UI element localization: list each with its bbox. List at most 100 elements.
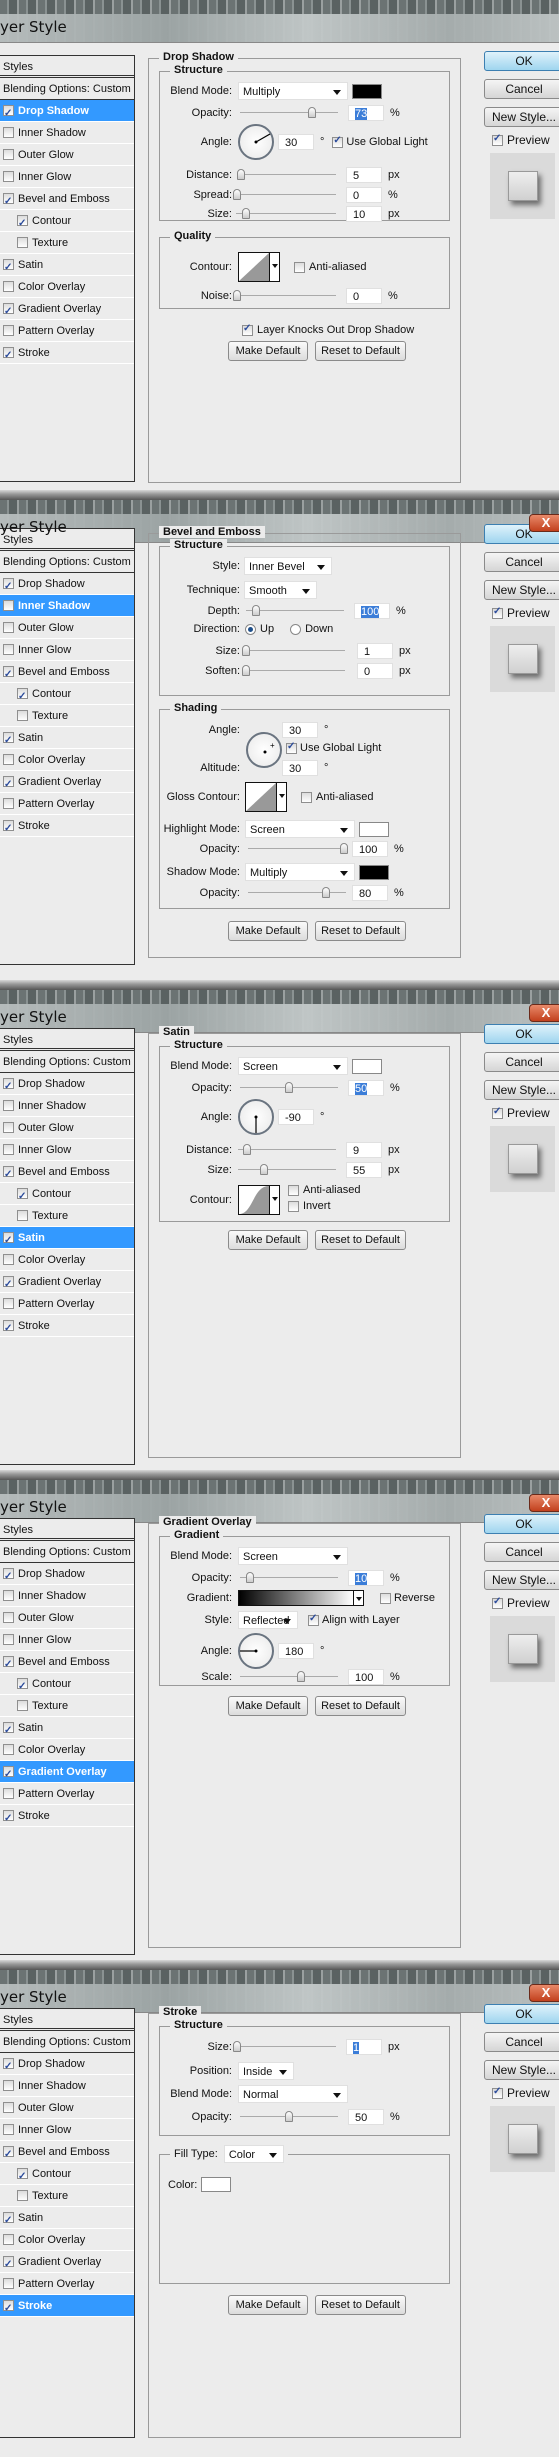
highlight-color-swatch[interactable] bbox=[359, 821, 389, 837]
ok-button[interactable]: OK bbox=[484, 1024, 559, 1044]
styles-header[interactable]: Styles bbox=[0, 1519, 134, 1541]
contour-picker[interactable] bbox=[238, 1185, 280, 1215]
depth-slider[interactable] bbox=[246, 605, 344, 617]
sidebar-item-contour[interactable]: Contour bbox=[0, 210, 134, 235]
sidebar-item-gradient-overlay[interactable]: Gradient Overlay bbox=[0, 2251, 134, 2276]
technique-select[interactable]: Smooth bbox=[244, 581, 317, 599]
checkbox[interactable] bbox=[3, 1164, 14, 1186]
contour-picker[interactable] bbox=[238, 252, 280, 282]
sidebar-item-texture[interactable]: Texture bbox=[0, 1695, 134, 1717]
sidebar-item-satin[interactable]: Satin bbox=[0, 1717, 134, 1742]
sidebar-item-color-overlay[interactable]: Color Overlay bbox=[0, 2229, 134, 2251]
checkbox[interactable] bbox=[3, 127, 14, 138]
invert-checkbox[interactable] bbox=[288, 1200, 299, 1212]
checkbox[interactable] bbox=[3, 2102, 14, 2113]
distance-slider[interactable] bbox=[238, 1144, 336, 1156]
anti-aliased-checkbox[interactable] bbox=[288, 1184, 299, 1196]
sidebar-item-bevel-and-emboss[interactable]: Bevel and Emboss bbox=[0, 1651, 134, 1676]
preview-toggle[interactable]: Preview bbox=[492, 2086, 550, 2100]
use-global-light-checkbox[interactable] bbox=[332, 135, 344, 148]
reset-default-button[interactable]: Reset to Default bbox=[315, 1230, 406, 1250]
checkbox[interactable] bbox=[3, 576, 14, 598]
checkbox[interactable] bbox=[3, 257, 14, 279]
sidebar-item-stroke[interactable]: Stroke bbox=[0, 2295, 134, 2320]
sidebar-item-pattern-overlay[interactable]: Pattern Overlay bbox=[0, 1783, 134, 1805]
anti-aliased-checkbox[interactable] bbox=[294, 261, 305, 273]
stroke-color-swatch[interactable] bbox=[201, 2177, 232, 2192]
reset-default-button[interactable]: Reset to Default bbox=[315, 341, 406, 361]
sidebar-item-satin[interactable]: Satin bbox=[0, 727, 134, 752]
preview-toggle[interactable]: Preview bbox=[492, 133, 550, 147]
styles-header[interactable]: Styles bbox=[0, 2009, 134, 2031]
opacity-slider[interactable] bbox=[240, 2111, 338, 2123]
preview-toggle[interactable]: Preview bbox=[492, 1106, 550, 1120]
sidebar-item-drop-shadow[interactable]: Drop Shadow bbox=[0, 573, 134, 598]
blend-mode-select[interactable]: Screen bbox=[238, 1547, 348, 1565]
title-bar[interactable] bbox=[0, 0, 559, 42]
checkbox[interactable] bbox=[17, 1210, 28, 1221]
checkbox[interactable] bbox=[3, 2144, 14, 2166]
sidebar-item-gradient-overlay[interactable]: Gradient Overlay bbox=[0, 298, 134, 323]
sidebar-item-outer-glow[interactable]: Outer Glow bbox=[0, 617, 134, 639]
use-global-light-checkbox[interactable] bbox=[286, 741, 297, 754]
checkbox[interactable] bbox=[3, 2234, 14, 2245]
style-select[interactable]: Reflected bbox=[238, 1611, 298, 1629]
size-input[interactable]: 1 bbox=[357, 643, 393, 659]
checkbox[interactable] bbox=[3, 600, 14, 611]
preview-checkbox[interactable] bbox=[492, 606, 503, 619]
size-slider[interactable] bbox=[233, 2041, 336, 2053]
close-button[interactable]: X bbox=[529, 1984, 559, 2002]
checkbox[interactable] bbox=[3, 1298, 14, 1309]
spread-input[interactable]: 0 bbox=[346, 187, 382, 203]
scale-input[interactable]: 100 bbox=[348, 1669, 384, 1685]
spread-slider[interactable] bbox=[233, 189, 336, 201]
ok-button[interactable]: OK bbox=[484, 1514, 559, 1534]
highlight-opacity-input[interactable]: 100 bbox=[352, 841, 388, 857]
preview-toggle[interactable]: Preview bbox=[492, 1596, 550, 1610]
checkbox[interactable] bbox=[3, 1654, 14, 1676]
blending-options-item[interactable]: Blending Options: Custom bbox=[0, 1541, 134, 1563]
blend-mode-select[interactable]: Normal bbox=[238, 2085, 348, 2103]
sidebar-item-satin[interactable]: Satin bbox=[0, 2207, 134, 2232]
size-slider[interactable] bbox=[236, 208, 336, 220]
sidebar-item-pattern-overlay[interactable]: Pattern Overlay bbox=[0, 1293, 134, 1315]
checkbox[interactable] bbox=[3, 1590, 14, 1601]
checkbox[interactable] bbox=[17, 237, 28, 248]
sidebar-item-inner-glow[interactable]: Inner Glow bbox=[0, 639, 134, 661]
angle-dial[interactable] bbox=[238, 1633, 274, 1669]
blend-mode-select[interactable]: Multiply bbox=[238, 82, 348, 100]
sidebar-item-bevel-and-emboss[interactable]: Bevel and Emboss bbox=[0, 2141, 134, 2166]
sidebar-item-drop-shadow[interactable]: Drop Shadow bbox=[0, 2053, 134, 2078]
sidebar-item-contour[interactable]: Contour bbox=[0, 683, 134, 708]
sidebar-item-inner-shadow[interactable]: Inner Shadow bbox=[0, 2075, 134, 2097]
sidebar-item-outer-glow[interactable]: Outer Glow bbox=[0, 1607, 134, 1629]
sidebar-item-inner-shadow[interactable]: Inner Shadow bbox=[0, 1095, 134, 1117]
checkbox[interactable] bbox=[3, 2278, 14, 2289]
sidebar-item-gradient-overlay[interactable]: Gradient Overlay bbox=[0, 1761, 134, 1786]
checkbox[interactable] bbox=[3, 149, 14, 160]
blending-options-item[interactable]: Blending Options: Custom bbox=[0, 78, 134, 100]
opacity-input[interactable]: 50 bbox=[348, 1080, 384, 1096]
sidebar-item-texture[interactable]: Texture bbox=[0, 1205, 134, 1227]
sidebar-item-stroke[interactable]: Stroke bbox=[0, 1315, 134, 1340]
opacity-input[interactable]: 73 bbox=[348, 105, 384, 121]
checkbox[interactable] bbox=[3, 1230, 14, 1252]
checkbox[interactable] bbox=[3, 730, 14, 752]
highlight-opacity-slider[interactable] bbox=[248, 843, 349, 855]
new-style-button[interactable]: New Style... bbox=[484, 580, 559, 600]
scale-slider[interactable] bbox=[240, 1671, 338, 1683]
checkbox[interactable] bbox=[17, 686, 28, 708]
checkbox[interactable] bbox=[3, 281, 14, 292]
new-style-button[interactable]: New Style... bbox=[484, 107, 559, 127]
sidebar-item-gradient-overlay[interactable]: Gradient Overlay bbox=[0, 1271, 134, 1296]
opacity-input[interactable]: 50 bbox=[348, 2109, 384, 2125]
checkbox[interactable] bbox=[3, 818, 14, 840]
sidebar-item-inner-glow[interactable]: Inner Glow bbox=[0, 1139, 134, 1161]
anti-aliased-checkbox[interactable] bbox=[301, 791, 312, 803]
checkbox[interactable] bbox=[17, 1186, 28, 1208]
angle-input[interactable]: 30 bbox=[278, 134, 314, 150]
gloss-contour-picker[interactable] bbox=[245, 782, 287, 812]
checkbox[interactable] bbox=[17, 2166, 28, 2188]
checkbox[interactable] bbox=[3, 1274, 14, 1296]
distance-input[interactable]: 5 bbox=[346, 167, 382, 183]
